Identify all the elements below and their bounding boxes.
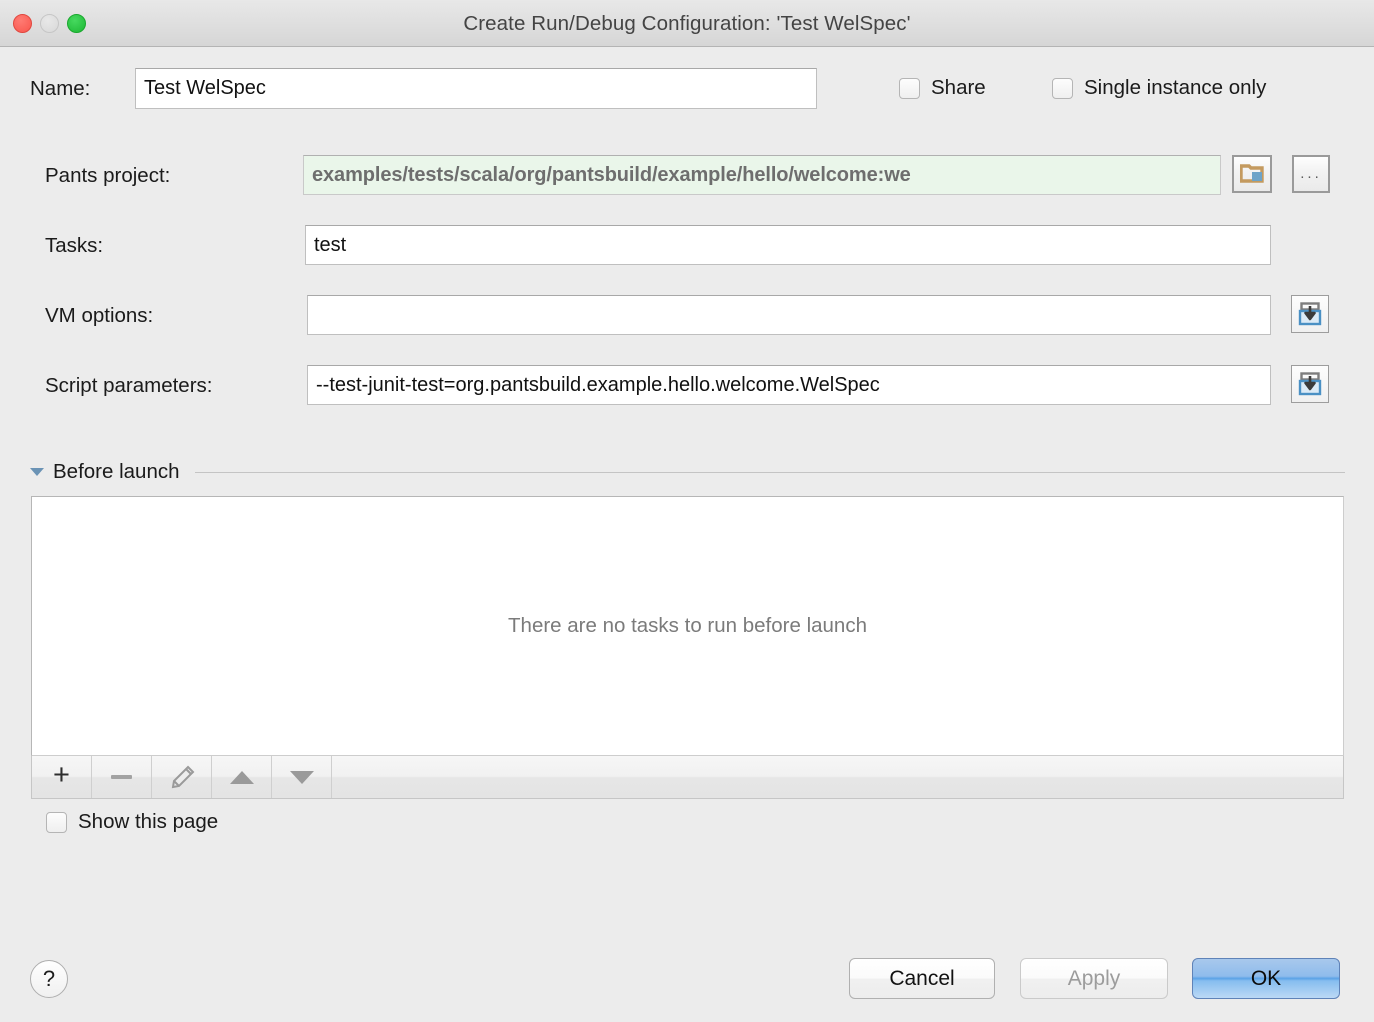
cancel-button[interactable]: Cancel	[849, 958, 995, 999]
single-instance-checkbox-label: Single instance only	[1084, 76, 1267, 99]
show-this-page-checkbox-box[interactable]	[46, 811, 67, 833]
minus-icon	[111, 775, 132, 779]
before-launch-toolbar: +	[31, 756, 1344, 799]
script-parameters-expand-button[interactable]	[1291, 365, 1329, 403]
remove-task-button[interactable]	[92, 756, 152, 798]
browse-more-button[interactable]: ...	[1292, 155, 1330, 193]
show-this-page-checkbox[interactable]: Show this page	[46, 810, 218, 834]
vm-options-expand-button[interactable]	[1291, 295, 1329, 333]
empty-list-message: There are no tasks to run before launch	[508, 614, 867, 637]
before-launch-task-list[interactable]: There are no tasks to run before launch	[31, 496, 1344, 756]
move-up-button[interactable]	[212, 756, 272, 798]
tasks-label: Tasks:	[45, 234, 104, 257]
share-checkbox[interactable]: Share	[899, 76, 986, 100]
script-parameters-input[interactable]: --test-junit-test=org.pantsbuild.example…	[307, 365, 1271, 405]
vm-options-label: VM options:	[45, 304, 154, 327]
triangle-down-icon	[289, 770, 314, 784]
before-launch-title: Before launch	[53, 460, 180, 483]
folder-icon	[1240, 164, 1264, 183]
apply-button[interactable]: Apply	[1020, 958, 1168, 999]
pants-project-label: Pants project:	[45, 164, 171, 187]
tasks-input[interactable]: test	[305, 225, 1271, 265]
ellipsis-icon: ...	[1300, 164, 1322, 182]
window-titlebar: Create Run/Debug Configuration: 'Test We…	[0, 0, 1374, 47]
share-checkbox-label: Share	[931, 76, 986, 99]
question-mark-icon: ?	[42, 966, 56, 991]
chevron-down-icon[interactable]	[30, 468, 44, 476]
edit-task-button[interactable]	[152, 756, 212, 798]
single-instance-checkbox[interactable]: Single instance only	[1052, 76, 1266, 100]
toolbar-filler	[332, 756, 1343, 798]
single-instance-checkbox-box[interactable]	[1052, 77, 1073, 99]
pants-project-input[interactable]: examples/tests/scala/org/pantsbuild/exam…	[303, 155, 1221, 195]
move-down-button[interactable]	[272, 756, 332, 798]
name-input[interactable]: Test WelSpec	[135, 68, 817, 109]
expand-icon	[1298, 302, 1322, 326]
vm-options-input[interactable]	[307, 295, 1271, 335]
ok-button[interactable]: OK	[1192, 958, 1340, 999]
name-label: Name:	[30, 77, 91, 100]
expand-icon	[1298, 372, 1322, 396]
pencil-icon	[171, 765, 194, 789]
show-this-page-label: Show this page	[78, 810, 219, 833]
add-task-button[interactable]: +	[32, 756, 92, 798]
plus-icon: +	[53, 759, 70, 791]
triangle-up-icon	[229, 770, 254, 784]
before-launch-header[interactable]: Before launch	[30, 457, 1345, 487]
script-parameters-label: Script parameters:	[45, 374, 213, 397]
share-checkbox-box[interactable]	[899, 77, 920, 99]
section-divider	[194, 471, 1345, 473]
window-title: Create Run/Debug Configuration: 'Test We…	[463, 12, 911, 35]
browse-folder-button[interactable]	[1232, 155, 1272, 193]
help-button[interactable]: ?	[30, 960, 68, 998]
